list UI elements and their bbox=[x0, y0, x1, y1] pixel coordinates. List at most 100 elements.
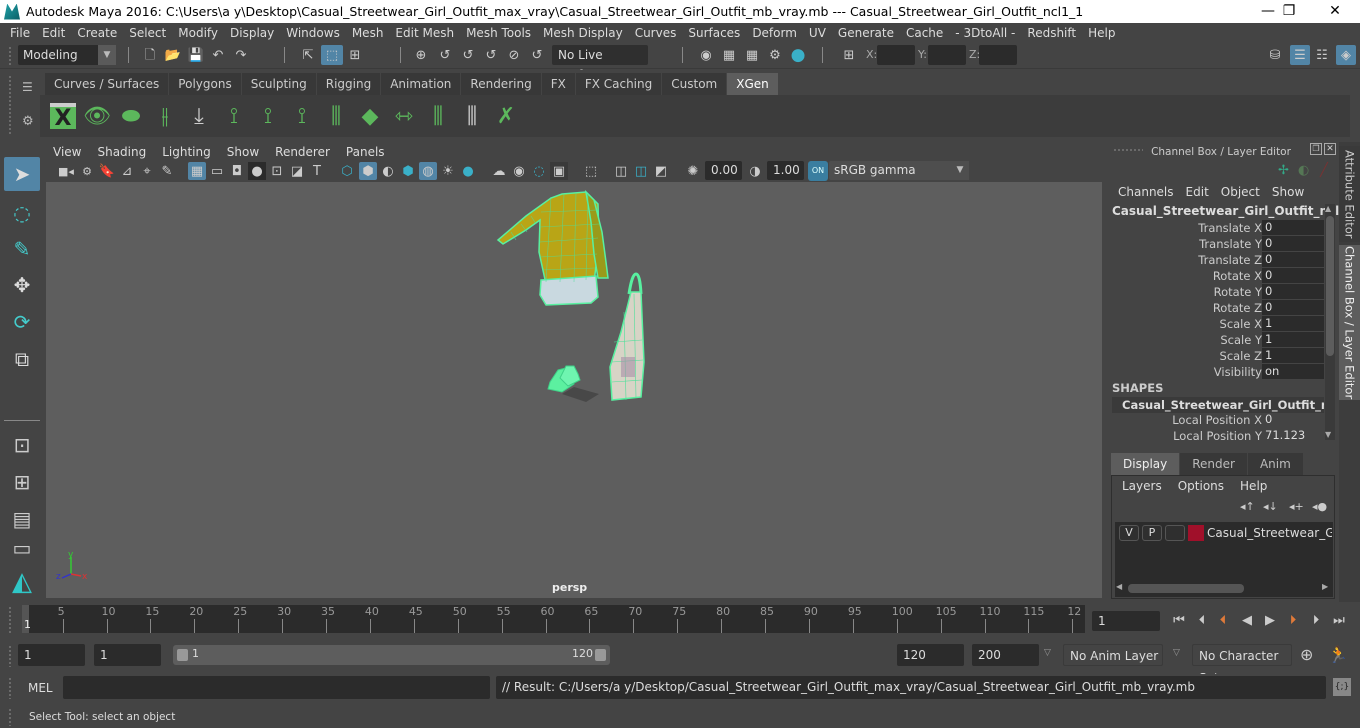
isolate-select-icon[interactable]: ⬚ bbox=[582, 162, 600, 180]
snap-grid-icon[interactable]: ⊕ bbox=[412, 46, 430, 64]
attr-rotate-z[interactable]: Rotate Z0 bbox=[1112, 300, 1324, 316]
safe-action-icon[interactable]: ◪ bbox=[288, 162, 306, 180]
safe-title-icon[interactable]: T bbox=[308, 162, 326, 180]
menu-cache[interactable]: Cache bbox=[900, 26, 949, 40]
current-frame-field[interactable]: 1 bbox=[1092, 611, 1160, 631]
range-grip[interactable] bbox=[8, 645, 12, 667]
layer-tab-display[interactable]: Display bbox=[1111, 453, 1180, 475]
layer-display-type-toggle[interactable] bbox=[1165, 525, 1185, 541]
range-start-handle[interactable] bbox=[177, 649, 188, 661]
textured-icon[interactable]: ◍ bbox=[419, 162, 437, 180]
float-panel-icon[interactable]: ❐ bbox=[1310, 143, 1322, 155]
attr-translate-z[interactable]: Translate Z0 bbox=[1112, 252, 1324, 268]
menu-create[interactable]: Create bbox=[71, 26, 123, 40]
shadows-icon[interactable]: ● bbox=[459, 162, 477, 180]
layer-menu-help[interactable]: Help bbox=[1232, 478, 1275, 494]
shelf-tab-rendering[interactable]: Rendering bbox=[461, 73, 542, 95]
attr-value[interactable]: 0 bbox=[1262, 284, 1324, 299]
attr-scale-x[interactable]: Scale X1 bbox=[1112, 316, 1324, 332]
sneakers-mesh[interactable] bbox=[547, 365, 599, 402]
menu-deform[interactable]: Deform bbox=[746, 26, 803, 40]
script-language-button[interactable]: MEL bbox=[28, 681, 53, 695]
go-to-start-icon[interactable]: ⏮ bbox=[1170, 612, 1188, 630]
shape-node-name[interactable]: Casual_Streetwear_Girl_Outfit_ncl1_1... bbox=[1112, 397, 1324, 413]
snap-curve-icon[interactable]: ↺ bbox=[436, 46, 454, 64]
menu-uv[interactable]: UV bbox=[803, 26, 832, 40]
attr-scale-y[interactable]: Scale Y1 bbox=[1112, 332, 1324, 348]
go-to-end-icon[interactable]: ⏭ bbox=[1330, 612, 1348, 630]
character-set-dropdown[interactable]: No Character Set bbox=[1192, 644, 1292, 685]
2d-pan-zoom-icon[interactable]: ⌖ bbox=[138, 162, 156, 180]
layer-visibility-toggle[interactable]: V bbox=[1119, 525, 1139, 541]
viewport-menu-view[interactable]: View bbox=[45, 143, 89, 161]
place-guides-icon[interactable]: ⤓ bbox=[183, 99, 215, 133]
fur-preview-icon[interactable]: ⫼ bbox=[422, 99, 454, 133]
menu-mesh-display[interactable]: Mesh Display bbox=[537, 26, 629, 40]
animation-preferences-icon[interactable]: 🏃 bbox=[1328, 645, 1348, 664]
attr-value[interactable]: 0 bbox=[1262, 236, 1324, 251]
attribute-editor-tab[interactable]: Attribute Editor bbox=[1339, 146, 1360, 242]
attr-scale-z[interactable]: Scale Z1 bbox=[1112, 348, 1324, 364]
camera-attributes-icon[interactable]: ⚙ bbox=[78, 162, 96, 180]
field-chart-icon[interactable]: ⊡ bbox=[268, 162, 286, 180]
shelf-tab-fx[interactable]: FX bbox=[541, 73, 576, 95]
gate-mask-icon[interactable]: ● bbox=[248, 162, 266, 180]
menu-display[interactable]: Display bbox=[224, 26, 280, 40]
default-material-icon[interactable]: ◐ bbox=[379, 162, 397, 180]
add-guide-icon[interactable]: ⫲ bbox=[149, 99, 181, 133]
color-space-dropdown[interactable]: sRGB gamma ▼ bbox=[829, 161, 969, 180]
screen-space-ao-icon[interactable]: ☁ bbox=[490, 162, 508, 180]
menu-3dtoall[interactable]: - 3DtoAll - bbox=[949, 26, 1021, 40]
snap-view-plane-icon[interactable]: ↺ bbox=[482, 46, 500, 64]
attr-value[interactable]: 0 bbox=[1262, 252, 1324, 267]
status-grip[interactable] bbox=[8, 46, 12, 66]
exposure-icon[interactable]: ✺ bbox=[684, 162, 702, 180]
gamma-icon[interactable]: ◑ bbox=[746, 162, 764, 180]
cb-menu-show[interactable]: Show bbox=[1266, 184, 1310, 200]
scroll-left-icon[interactable]: ◀ bbox=[1116, 582, 1122, 591]
tote-bag-mesh[interactable] bbox=[609, 272, 645, 401]
layer-name[interactable]: Casual_Streetwear_Girl_Outfit bbox=[1207, 525, 1332, 541]
motion-blur-icon[interactable]: ◉ bbox=[510, 162, 528, 180]
tool-settings-icon[interactable]: ☷ bbox=[1313, 46, 1331, 64]
menu-surfaces[interactable]: Surfaces bbox=[682, 26, 746, 40]
menu-generate[interactable]: Generate bbox=[832, 26, 900, 40]
range-end-handle[interactable] bbox=[595, 649, 606, 661]
shelf-settings-icon[interactable]: ⚙ bbox=[22, 114, 34, 129]
attr-value[interactable]: 0 bbox=[1262, 300, 1324, 315]
attr-rotate-y[interactable]: Rotate Y0 bbox=[1112, 284, 1324, 300]
shelf-grip[interactable] bbox=[8, 75, 12, 135]
step-back-key-icon[interactable]: ⏴ bbox=[1214, 612, 1232, 630]
wireframe-on-shaded-icon[interactable]: ⬢ bbox=[399, 162, 417, 180]
layer-menu-layers[interactable]: Layers bbox=[1114, 478, 1170, 494]
color-management-toggle[interactable]: ON bbox=[808, 161, 828, 181]
channel-box-scroll-thumb[interactable] bbox=[1326, 216, 1334, 356]
menu-edit-mesh[interactable]: Edit Mesh bbox=[389, 26, 460, 40]
menu-windows[interactable]: Windows bbox=[280, 26, 346, 40]
animation-end-field[interactable]: 200 bbox=[972, 644, 1039, 666]
lasso-tool-icon[interactable]: ◌ bbox=[4, 196, 40, 230]
move-layer-up-icon[interactable]: ◂↑ bbox=[1240, 500, 1255, 513]
exposure-field[interactable]: 0.00 bbox=[705, 161, 742, 180]
step-forward-frame-icon[interactable]: ⏵ bbox=[1307, 612, 1325, 630]
grid-toggle-icon[interactable]: ▦ bbox=[188, 162, 206, 180]
layer-tab-render[interactable]: Render bbox=[1180, 453, 1247, 475]
shelf-tab-animation[interactable]: Animation bbox=[381, 73, 462, 95]
gamma-field[interactable]: 1.00 bbox=[767, 161, 804, 180]
viewport-menu-show[interactable]: Show bbox=[219, 143, 267, 161]
anim-layer-dropdown[interactable]: No Anim Layer bbox=[1063, 644, 1163, 666]
clear-preview-icon[interactable]: ⫼ bbox=[456, 99, 488, 133]
shelf-tab-rigging[interactable]: Rigging bbox=[316, 73, 382, 95]
attr-translate-y[interactable]: Translate Y0 bbox=[1112, 236, 1324, 252]
menu-modify[interactable]: Modify bbox=[172, 26, 224, 40]
scale-tool-icon[interactable]: ⧉ bbox=[4, 342, 40, 376]
anim-layer-chevron-icon[interactable]: ▽ bbox=[1044, 648, 1051, 658]
smooth-shade-icon[interactable]: ⬢ bbox=[359, 162, 377, 180]
snap-point-icon[interactable]: ↺ bbox=[459, 46, 477, 64]
close-button[interactable]: ✕ bbox=[1312, 0, 1358, 23]
xray-icon[interactable]: ◫ bbox=[612, 162, 630, 180]
menu-curves[interactable]: Curves bbox=[629, 26, 683, 40]
play-backwards-icon[interactable]: ◀ bbox=[1238, 612, 1256, 630]
hyper-key-icon[interactable]: ╱ bbox=[1320, 163, 1328, 178]
shelf-tab-fx-caching[interactable]: FX Caching bbox=[575, 73, 663, 95]
